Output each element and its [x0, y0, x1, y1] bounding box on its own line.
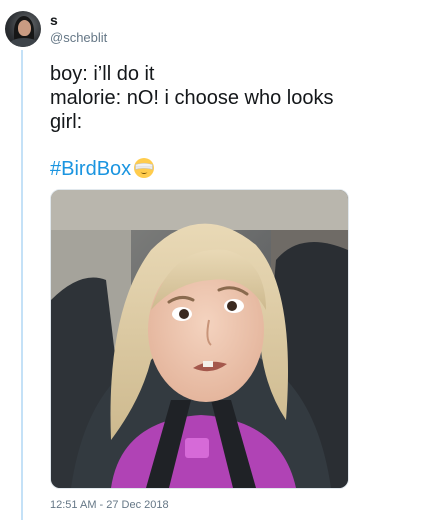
- display-name[interactable]: s: [50, 12, 58, 28]
- thread-line: [21, 50, 23, 520]
- tweet-timestamp[interactable]: 12:51 AM - 27 Dec 2018: [50, 499, 169, 511]
- hashtag-link[interactable]: #BirdBox: [50, 158, 131, 180]
- tweet-line: malorie: nO! i choose who looks: [50, 87, 334, 109]
- hashtag-line: #BirdBox: [50, 157, 155, 181]
- avatar-face: [18, 20, 31, 36]
- avatar-shoulder: [9, 38, 39, 47]
- tweet-photo[interactable]: [50, 189, 349, 489]
- tweet-line: boy: i’ll do it: [50, 63, 155, 85]
- blindfolded-face-emoji-icon: [134, 158, 155, 178]
- photo-illustration: [51, 190, 348, 488]
- user-handle[interactable]: @scheblit: [50, 30, 107, 45]
- tweet-text: boy: i’ll do it malorie: nO! i choose wh…: [50, 62, 430, 134]
- tweet-line: girl:: [50, 111, 83, 133]
- avatar[interactable]: [5, 11, 41, 47]
